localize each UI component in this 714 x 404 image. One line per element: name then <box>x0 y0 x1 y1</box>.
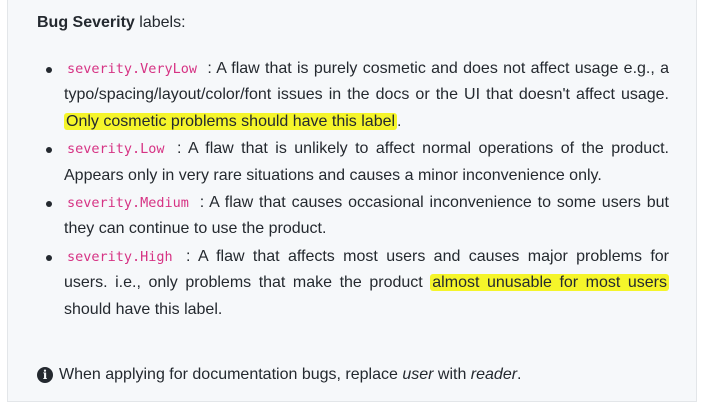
item-text-after: . <box>397 112 402 130</box>
severity-item-low: severity.Low : A flaw that is unlikely t… <box>46 136 669 189</box>
severity-item-verylow: severity.VeryLow : A flaw that is purely… <box>46 56 669 135</box>
note-after: . <box>517 366 522 383</box>
heading-rest: labels: <box>134 14 186 31</box>
label-severity-low: severity.Low <box>67 141 165 158</box>
section-heading: Bug Severity labels: <box>37 12 186 34</box>
note-before: When applying for documentation bugs, re… <box>59 366 403 383</box>
severity-item-medium: severity.Medium : A flaw that causes occ… <box>46 190 669 243</box>
highlighted-text: Only cosmetic problems should have this … <box>64 112 398 130</box>
note-middle: with <box>433 366 471 383</box>
item-text-after: should have this label. <box>64 300 223 318</box>
severity-list: severity.VeryLow : A flaw that is purely… <box>8 56 669 324</box>
label-severity-verylow: severity.VeryLow <box>67 61 198 77</box>
highlighted-text: almost unusable for most users <box>430 274 669 292</box>
info-icon: i <box>37 367 53 383</box>
note-em-reader: reader <box>470 366 518 383</box>
heading-bold: Bug Severity <box>37 14 135 31</box>
severity-info-panel: Bug Severity labels: severity.VeryLow : … <box>7 0 697 402</box>
label-severity-medium: severity.Medium <box>67 195 189 212</box>
documentation-note: i When applying for documentation bugs, r… <box>37 364 522 386</box>
note-em-user: user <box>402 366 434 383</box>
label-severity-high: severity.High <box>67 248 173 265</box>
note-text: When applying for documentation bugs, re… <box>59 364 522 386</box>
severity-item-high: severity.High : A flaw that affects most… <box>46 244 669 323</box>
